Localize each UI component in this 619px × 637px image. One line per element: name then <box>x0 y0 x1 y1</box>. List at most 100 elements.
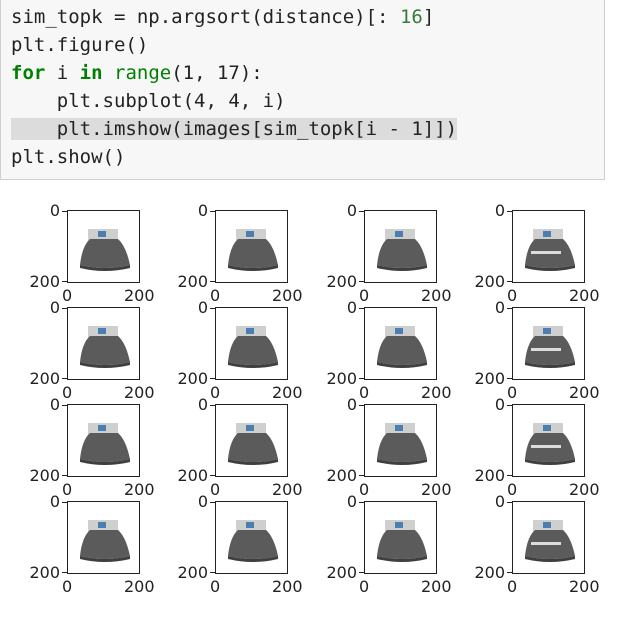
bed-thumbnail <box>377 423 427 465</box>
subplot-8: 0 200 0 200 <box>445 287 599 401</box>
y-tick-label: 0 <box>49 492 60 511</box>
y-tick-mark <box>359 308 364 309</box>
y-tick-mark <box>507 308 512 309</box>
y-tick-mark <box>210 572 215 573</box>
y-tick-label: 200 <box>474 563 505 582</box>
y-tick-mark <box>62 405 67 406</box>
subplot-2: 0 200 0 200 <box>148 190 302 304</box>
y-tick-label: 0 <box>197 201 208 220</box>
subplot-12: 0 200 0 200 <box>445 384 599 498</box>
subplot-image <box>364 404 437 477</box>
y-tick-mark <box>62 572 67 573</box>
y-tick-label: 0 <box>346 298 357 317</box>
y-tick-mark <box>359 378 364 379</box>
subplot-image <box>67 210 140 283</box>
subplot-image <box>512 501 585 574</box>
subplot-image <box>67 307 140 380</box>
y-tick-mark <box>210 378 215 379</box>
y-tick-mark <box>62 475 67 476</box>
subplot-13: 0 200 0 200 <box>0 481 154 595</box>
subplot-1: 0 200 0 200 <box>0 190 154 304</box>
bed-thumbnail <box>525 229 575 271</box>
subplot-5: 0 200 0 200 <box>0 287 154 401</box>
subplot-image <box>67 404 140 477</box>
y-tick-mark <box>62 308 67 309</box>
y-tick-label: 0 <box>197 395 208 414</box>
bed-thumbnail <box>80 520 130 562</box>
y-tick-label: 200 <box>29 563 60 582</box>
y-tick-label: 0 <box>197 492 208 511</box>
bed-thumbnail <box>525 520 575 562</box>
subplot-image <box>215 307 288 380</box>
y-tick-label: 0 <box>346 395 357 414</box>
subplot-6: 0 200 0 200 <box>148 287 302 401</box>
y-tick-mark <box>507 405 512 406</box>
subplot-10: 0 200 0 200 <box>148 384 302 498</box>
bed-thumbnail <box>228 520 278 562</box>
bed-thumbnail <box>377 229 427 271</box>
bed-thumbnail <box>80 229 130 271</box>
y-tick-mark <box>62 281 67 282</box>
bed-thumbnail <box>377 520 427 562</box>
y-tick-label: 0 <box>494 395 505 414</box>
y-tick-mark <box>359 502 364 503</box>
subplot-image <box>215 501 288 574</box>
x-tick-label: 0 <box>359 577 370 596</box>
bed-thumbnail <box>228 423 278 465</box>
subplot-image <box>512 404 585 477</box>
subplot-9: 0 200 0 200 <box>0 384 154 498</box>
y-tick-mark <box>359 211 364 212</box>
y-tick-mark <box>210 405 215 406</box>
subplot-14: 0 200 0 200 <box>148 481 302 595</box>
code-line-4: plt.subplot(4, 4, i) <box>11 90 286 112</box>
code-cell[interactable]: sim_topk = np.argsort(distance)[: 16] plt… <box>0 0 605 180</box>
code-line-6: plt.show() <box>11 146 126 168</box>
subplot-image <box>67 501 140 574</box>
subplot-image <box>364 501 437 574</box>
y-tick-label: 0 <box>49 395 60 414</box>
y-tick-mark <box>507 281 512 282</box>
y-tick-mark <box>210 308 215 309</box>
x-tick-label: 0 <box>507 577 518 596</box>
subplot-15: 0 200 0 200 <box>297 481 451 595</box>
y-tick-mark <box>62 211 67 212</box>
subplot-image <box>512 307 585 380</box>
code-editor[interactable]: sim_topk = np.argsort(distance)[: 16] plt… <box>11 3 458 171</box>
y-tick-mark <box>210 281 215 282</box>
y-tick-mark <box>507 572 512 573</box>
subplot-image <box>512 210 585 283</box>
subplot-image <box>364 307 437 380</box>
x-tick-label: 0 <box>62 577 73 596</box>
subplot-image <box>215 210 288 283</box>
y-tick-mark <box>507 211 512 212</box>
code-line-5: plt.imshow(images[sim_topk[i - 1]]) <box>11 118 458 140</box>
bed-thumbnail <box>80 326 130 368</box>
y-tick-label: 0 <box>494 201 505 220</box>
bed-thumbnail <box>80 423 130 465</box>
y-tick-mark <box>507 475 512 476</box>
bed-thumbnail <box>228 326 278 368</box>
y-tick-label: 0 <box>49 201 60 220</box>
y-tick-label: 200 <box>326 563 357 582</box>
y-tick-label: 0 <box>346 201 357 220</box>
code-line-1: sim_topk = np.argsort(distance)[: 16] <box>11 6 435 28</box>
y-tick-mark <box>359 475 364 476</box>
y-tick-mark <box>359 405 364 406</box>
y-tick-mark <box>507 378 512 379</box>
y-tick-label: 0 <box>197 298 208 317</box>
y-tick-label: 0 <box>49 298 60 317</box>
y-tick-mark <box>210 475 215 476</box>
subplot-4: 0 200 0 200 <box>445 190 599 304</box>
y-tick-mark <box>359 281 364 282</box>
bed-thumbnail <box>525 423 575 465</box>
x-tick-label: 0 <box>210 577 221 596</box>
subplot-image <box>215 404 288 477</box>
y-tick-mark <box>210 211 215 212</box>
subplot-image <box>364 210 437 283</box>
y-tick-label: 0 <box>346 492 357 511</box>
bed-thumbnail <box>525 326 575 368</box>
y-tick-label: 0 <box>494 492 505 511</box>
y-tick-mark <box>62 502 67 503</box>
y-tick-label: 200 <box>177 563 208 582</box>
subplot-16: 0 200 0 200 <box>445 481 599 595</box>
